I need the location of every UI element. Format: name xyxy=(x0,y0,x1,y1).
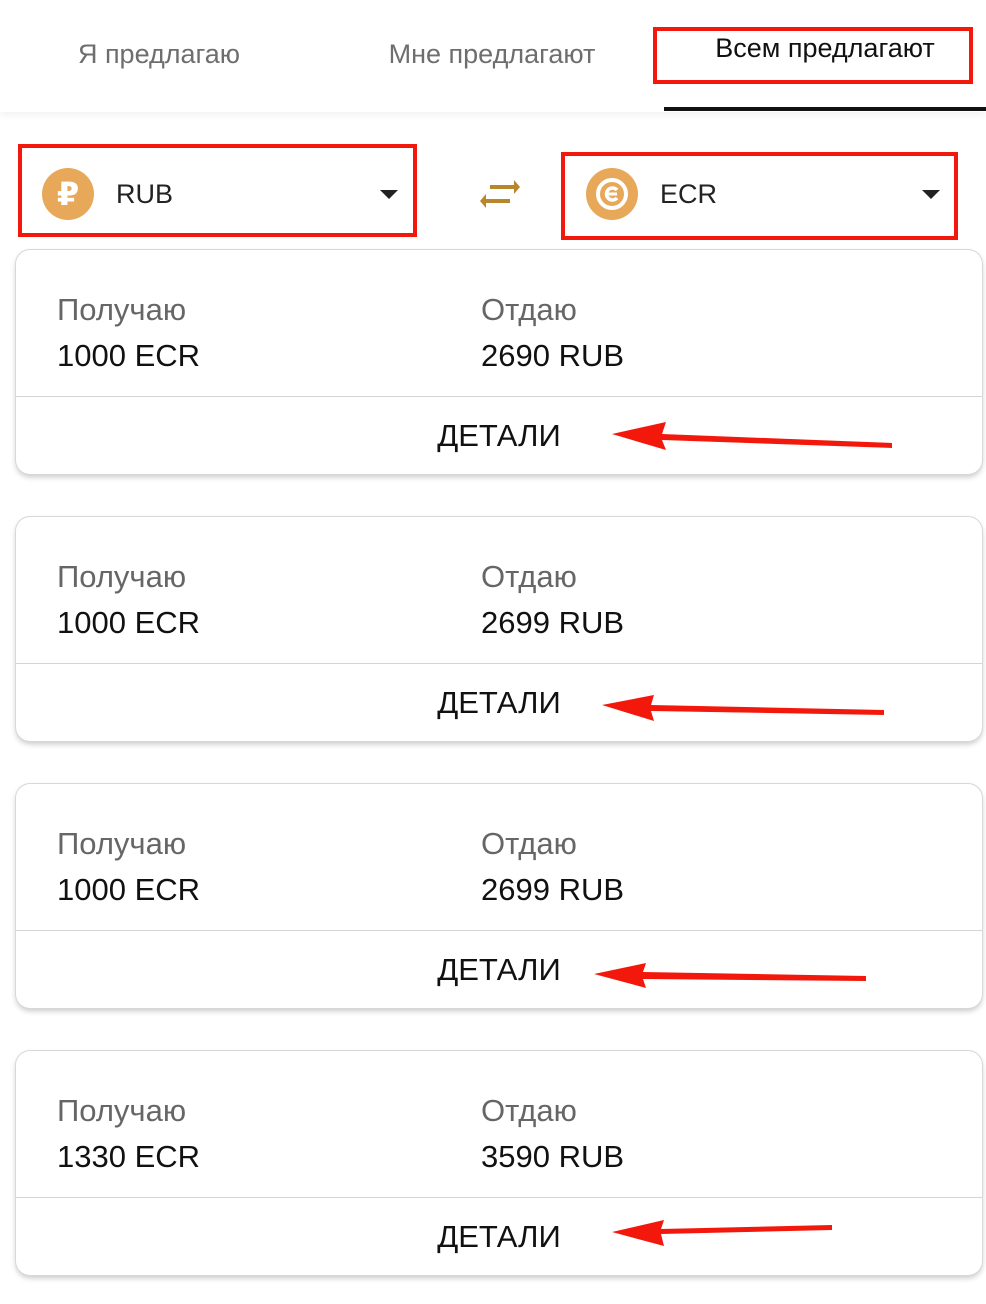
receive-label: Получаю xyxy=(57,292,187,327)
give-value: 2699 RUB xyxy=(481,605,625,640)
receive-value: 1000 ECR xyxy=(57,338,201,373)
from-currency-select[interactable]: ₽ RUB xyxy=(22,152,414,237)
receive-value: 1000 ECR xyxy=(57,872,201,907)
offer-card: Получаю 1000 ECR Отдаю 2699 RUB ДЕТАЛИ xyxy=(16,517,982,741)
tab-offers-to-me[interactable]: Мне предлагают xyxy=(322,0,662,108)
receive-value: 1000 ECR xyxy=(57,605,201,640)
swap-icon[interactable] xyxy=(480,176,520,212)
tab-label: Всем предлагают xyxy=(715,32,935,63)
to-currency-label: ECR xyxy=(660,178,718,209)
details-button[interactable]: ДЕТАЛИ xyxy=(16,1198,982,1275)
give-field: Отдаю 2699 RUB xyxy=(481,826,624,908)
receive-label: Получаю xyxy=(57,1093,187,1128)
receive-field: Получаю 1000 ECR xyxy=(57,559,200,641)
details-button[interactable]: ДЕТАЛИ xyxy=(16,664,982,741)
give-label: Отдаю xyxy=(481,559,577,594)
receive-field: Получаю 1000 ECR xyxy=(57,826,200,908)
tab-label: Я предлагаю xyxy=(77,38,241,69)
offer-card: Получаю 1000 ECR Отдаю 2690 RUB ДЕТАЛИ xyxy=(16,250,982,474)
ruble-coin-icon: ₽ xyxy=(42,168,94,220)
give-field: Отдаю 3590 RUB xyxy=(481,1093,624,1175)
receive-label: Получаю xyxy=(57,559,187,594)
tab-bar: Я предлагаю Мне предлагают Всем предлага… xyxy=(0,0,986,112)
chevron-down-icon xyxy=(380,189,398,199)
give-value: 2690 RUB xyxy=(481,338,625,373)
receive-field: Получаю 1330 ECR xyxy=(57,1093,200,1175)
chevron-down-icon xyxy=(922,189,940,199)
from-currency-label: RUB xyxy=(116,178,174,209)
give-value: 2699 RUB xyxy=(481,872,625,907)
offer-card: Получаю 1000 ECR Отдаю 2699 RUB ДЕТАЛИ xyxy=(16,784,982,1008)
give-label: Отдаю xyxy=(481,292,577,327)
give-field: Отдаю 2690 RUB xyxy=(481,292,624,374)
give-label: Отдаю xyxy=(481,826,577,861)
receive-field: Получаю 1000 ECR xyxy=(57,292,200,374)
to-currency-select[interactable]: ECR xyxy=(566,152,956,237)
tab-my-offers[interactable]: Я предлагаю xyxy=(0,0,318,108)
give-value: 3590 RUB xyxy=(481,1139,625,1174)
receive-value: 1330 ECR xyxy=(57,1139,201,1174)
receive-label: Получаю xyxy=(57,826,187,861)
active-tab-indicator xyxy=(664,107,986,111)
details-button[interactable]: ДЕТАЛИ xyxy=(16,931,982,1008)
give-label: Отдаю xyxy=(481,1093,577,1128)
offer-card: Получаю 1330 ECR Отдаю 3590 RUB ДЕТАЛИ xyxy=(16,1051,982,1275)
tab-label: Мне предлагают xyxy=(388,38,596,69)
give-field: Отдаю 2699 RUB xyxy=(481,559,624,641)
ecr-coin-icon xyxy=(586,168,638,220)
details-button[interactable]: ДЕТАЛИ xyxy=(16,397,982,474)
tab-offers-to-all[interactable]: Всем предлагают xyxy=(664,0,986,108)
